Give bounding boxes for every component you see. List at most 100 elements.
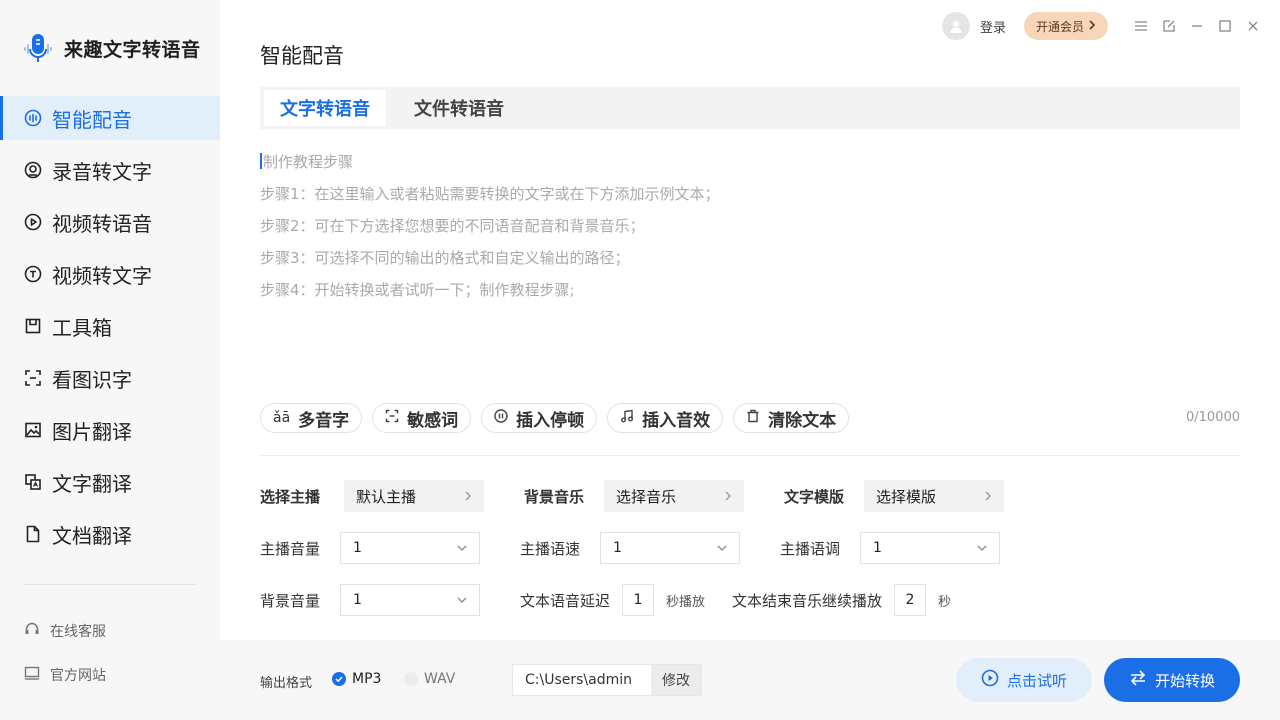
maximize-icon[interactable] xyxy=(1218,19,1232,33)
anchor-speed-select[interactable]: 1 xyxy=(600,532,740,564)
text-circle-icon xyxy=(24,265,42,283)
swap-arrows-icon xyxy=(1129,669,1147,691)
sidebar-item-label: 文字翻译 xyxy=(52,471,132,496)
radio-checked-icon xyxy=(332,672,346,686)
avatar[interactable] xyxy=(941,12,970,40)
bgm-picker[interactable]: 选择音乐 xyxy=(604,480,744,512)
anchor-pitch-select[interactable]: 1 xyxy=(860,532,1000,564)
sidebar-item-label: 工具箱 xyxy=(52,315,112,340)
feedback-edit-icon[interactable] xyxy=(1162,19,1176,33)
sidebar-item-audio-to-text[interactable]: 录音转文字 xyxy=(0,148,220,192)
trash-icon xyxy=(746,408,760,428)
settings-row-selectors: 选择主播 默认主播 背景音乐 选择音乐 文字模版 选择模版 xyxy=(260,480,1004,512)
sidebar-item-image-translate[interactable]: 图片翻译 xyxy=(0,408,220,452)
template-picker[interactable]: 选择模版 xyxy=(864,480,1004,512)
clear-text-button[interactable]: 清除文本 xyxy=(733,403,850,433)
sidebar-item-label: 文档翻译 xyxy=(52,523,132,548)
change-path-button[interactable]: 修改 xyxy=(651,665,701,695)
sidebar-item-label: 视频转语音 xyxy=(52,211,152,236)
anchor-picker[interactable]: 默认主播 xyxy=(344,480,484,512)
insert-sound-effect-button[interactable]: 插入音效 xyxy=(607,403,724,433)
output-format-label: 输出格式 xyxy=(260,676,313,691)
insert-pause-button[interactable]: 插入停顿 xyxy=(481,403,598,433)
sidebar-item-label: 智能配音 xyxy=(52,107,132,132)
editor-placeholder-line: 步骤4：开始转换或者试听一下；制作教程步骤; xyxy=(260,281,575,299)
document-icon xyxy=(24,525,42,543)
delay-unit: 秒播放 xyxy=(666,594,706,610)
customer-service-link[interactable]: 在线客服 xyxy=(24,621,106,641)
window-controls xyxy=(1134,19,1260,33)
sidebar-item-label: 录音转文字 xyxy=(52,159,152,184)
chevron-down-icon xyxy=(717,540,727,556)
sidebar-item-toolbox[interactable]: 工具箱 xyxy=(0,304,220,348)
chevron-right-icon xyxy=(724,487,732,505)
polyphone-button[interactable]: ǎā 多音字 xyxy=(260,403,363,433)
editor-placeholder-line: 制作教程步骤 xyxy=(260,146,1240,178)
record-icon xyxy=(24,161,42,179)
image-icon xyxy=(24,421,42,439)
bgm-after-unit: 秒 xyxy=(938,594,952,610)
bg-volume-label: 背景音量 xyxy=(260,591,321,610)
sidebar-item-video-to-audio[interactable]: 视频转语音 xyxy=(0,200,220,244)
play-circle-icon xyxy=(24,213,42,231)
music-note-icon xyxy=(620,408,634,428)
radio-unchecked-icon xyxy=(404,672,418,686)
preview-button[interactable]: 点击试听 xyxy=(956,658,1092,702)
vip-button[interactable]: 开通会员 xyxy=(1023,12,1108,40)
sidebar-item-ocr[interactable]: 看图识字 xyxy=(0,356,220,400)
menu-icon[interactable] xyxy=(1134,19,1148,33)
bgm-after-input[interactable]: 2 xyxy=(894,584,926,616)
play-circle-icon xyxy=(981,669,999,691)
format-mp3-radio[interactable]: MP3 xyxy=(332,671,381,687)
sidebar-item-label: 看图识字 xyxy=(52,367,132,392)
monitor-icon xyxy=(24,665,40,685)
sidebar-item-smart-dubbing[interactable]: 智能配音 xyxy=(0,96,220,140)
sidebar: 来趣文字转语音 智能配音 录音转文字 视频转语音 视频转文字 工具箱 看图识字 … xyxy=(0,0,220,720)
section-divider xyxy=(260,455,1240,456)
pinyin-icon: ǎā xyxy=(273,410,291,426)
start-convert-button[interactable]: 开始转换 xyxy=(1104,658,1240,702)
sidebar-item-video-to-text[interactable]: 视频转文字 xyxy=(0,252,220,296)
char-counter: 0/10000 xyxy=(1185,410,1240,425)
page-title: 智能配音 xyxy=(260,44,344,68)
settings-row-background: 背景音量 1 文本语音延迟 1 秒播放 文本结束音乐继续播放 2 秒 xyxy=(260,584,951,616)
minimize-icon[interactable] xyxy=(1190,19,1204,33)
anchor-label: 选择主播 xyxy=(260,487,321,506)
official-site-label: 官方网站 xyxy=(50,668,106,684)
translate-icon xyxy=(24,473,42,491)
chevron-down-icon xyxy=(457,592,467,608)
chevron-down-icon xyxy=(977,540,987,556)
brand: 来趣文字转语音 xyxy=(20,30,201,66)
customer-service-label: 在线客服 xyxy=(50,624,106,640)
microphone-logo-icon xyxy=(20,30,56,66)
sidebar-item-doc-translate[interactable]: 文档翻译 xyxy=(0,512,220,556)
brand-name: 来趣文字转语音 xyxy=(64,38,201,61)
sidebar-item-label: 图片翻译 xyxy=(52,419,132,444)
editor-placeholder-line: 步骤3：可选择不同的输出的格式和自定义输出的路径； xyxy=(260,249,630,267)
output-path-value: C:\Users\admin xyxy=(525,672,632,688)
toolbox-icon xyxy=(24,317,42,335)
anchor-volume-select[interactable]: 1 xyxy=(340,532,480,564)
official-site-link[interactable]: 官方网站 xyxy=(24,665,106,685)
format-wav-radio[interactable]: WAV xyxy=(404,671,455,687)
bg-volume-select[interactable]: 1 xyxy=(340,584,480,616)
close-icon[interactable] xyxy=(1246,19,1260,33)
chevron-right-icon xyxy=(464,487,472,505)
main-panel: 智能配音 登录 开通会员 文字转语音 文件转语音 制作教程步骤 步骤1：在这里输… xyxy=(220,0,1280,640)
sidebar-item-text-translate[interactable]: 文字翻译 xyxy=(0,460,220,504)
tab-text-to-speech[interactable]: 文字转语音 xyxy=(264,90,386,126)
template-label: 文字模版 xyxy=(784,487,845,506)
settings-row-voice: 主播音量 1 主播语速 1 主播语调 1 xyxy=(260,532,1000,564)
text-editor[interactable]: 制作教程步骤 步骤1：在这里输入或者粘贴需要转换的文字或在下方添加示例文本； 步… xyxy=(260,146,1240,376)
login-link[interactable]: 登录 xyxy=(980,17,1006,36)
anchor-volume-label: 主播音量 xyxy=(260,539,321,558)
delay-input[interactable]: 1 xyxy=(622,584,654,616)
vip-label: 开通会员 xyxy=(1035,19,1084,34)
chevron-right-icon xyxy=(1088,19,1096,33)
bgm-after-label: 文本结束音乐继续播放 xyxy=(732,591,883,610)
tab-file-to-speech[interactable]: 文件转语音 xyxy=(398,90,520,126)
sensitive-words-button[interactable]: 敏感词 xyxy=(372,403,472,433)
scan-icon xyxy=(385,408,399,428)
sidebar-item-label: 视频转文字 xyxy=(52,263,152,288)
anchor-pitch-label: 主播语调 xyxy=(780,539,841,558)
